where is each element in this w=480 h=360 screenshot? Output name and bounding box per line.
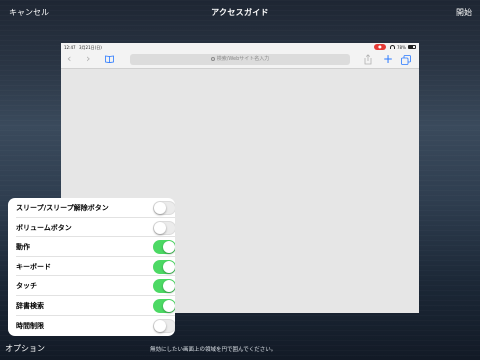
screen-record-icon: ● [374,44,386,50]
forward-icon[interactable]: › [86,53,90,65]
option-label: ボリュームボタン [16,223,72,232]
sleep-wake-toggle[interactable] [153,201,175,215]
options-popover: スリープ/スリープ解除ボタン ボリュームボタン 動作 キーボード タッチ 辞書検… [8,198,175,336]
back-icon[interactable]: ‹ [67,53,71,65]
keyboard-toggle[interactable] [153,259,175,274]
touch-toggle[interactable] [153,279,175,294]
options-button[interactable]: オプション [5,343,45,354]
page-title: アクセスガイド [211,8,269,17]
share-icon[interactable] [364,54,372,65]
option-row-keyboard[interactable]: キーボード [8,257,175,277]
toggle-knob [163,300,175,312]
toggle-knob [154,202,166,214]
status-bar: 12:47 3月21日(日) ● 78% [61,43,419,51]
address-bar[interactable]: 検索/Webサイト名入力 [130,54,350,65]
option-label: 辞書検索 [16,302,44,310]
option-row-time-limit[interactable]: 時間制限 [8,316,175,336]
toggle-knob [163,241,175,254]
time-limit-toggle[interactable] [153,318,175,333]
instruction-text: 無効にしたい画面上の領域を円で囲んでください。 [150,347,277,353]
new-tab-icon[interactable]: + [383,52,393,66]
battery-icon [408,45,416,49]
search-icon [210,57,215,61]
motion-toggle[interactable] [153,240,175,255]
option-row-volume[interactable]: ボリュームボタン [8,218,175,238]
guided-access-toolbar: キャンセル アクセスガイド 開始 [0,0,480,24]
toggle-knob [154,221,166,234]
toggle-knob [163,260,175,273]
dictionary-toggle[interactable] [153,299,175,313]
status-time: 12:47 [64,45,76,50]
start-button[interactable]: 開始 [456,7,472,18]
tabs-icon[interactable] [401,55,411,65]
battery-percent: 78% [397,45,406,50]
option-row-dictionary[interactable]: 辞書検索 [8,296,175,316]
browser-toolbar: ‹ › 検索/Webサイト名入力 + [61,51,419,69]
option-label: 時間制限 [16,321,44,330]
option-label: タッチ [16,282,37,291]
address-placeholder: 検索/Webサイト名入力 [216,56,270,62]
option-label: スリープ/スリープ解除ボタン [16,204,109,212]
toggle-knob [154,319,166,332]
option-row-motion[interactable]: 動作 [8,237,175,257]
option-row-sleep-wake[interactable]: スリープ/スリープ解除ボタン [8,198,175,218]
wifi-icon [390,45,395,49]
option-row-touch[interactable]: タッチ [8,276,175,296]
bookmarks-icon[interactable] [105,55,114,63]
option-label: 動作 [16,243,30,252]
volume-toggle[interactable] [153,220,175,235]
option-label: キーボード [16,262,51,271]
toggle-knob [163,280,175,293]
